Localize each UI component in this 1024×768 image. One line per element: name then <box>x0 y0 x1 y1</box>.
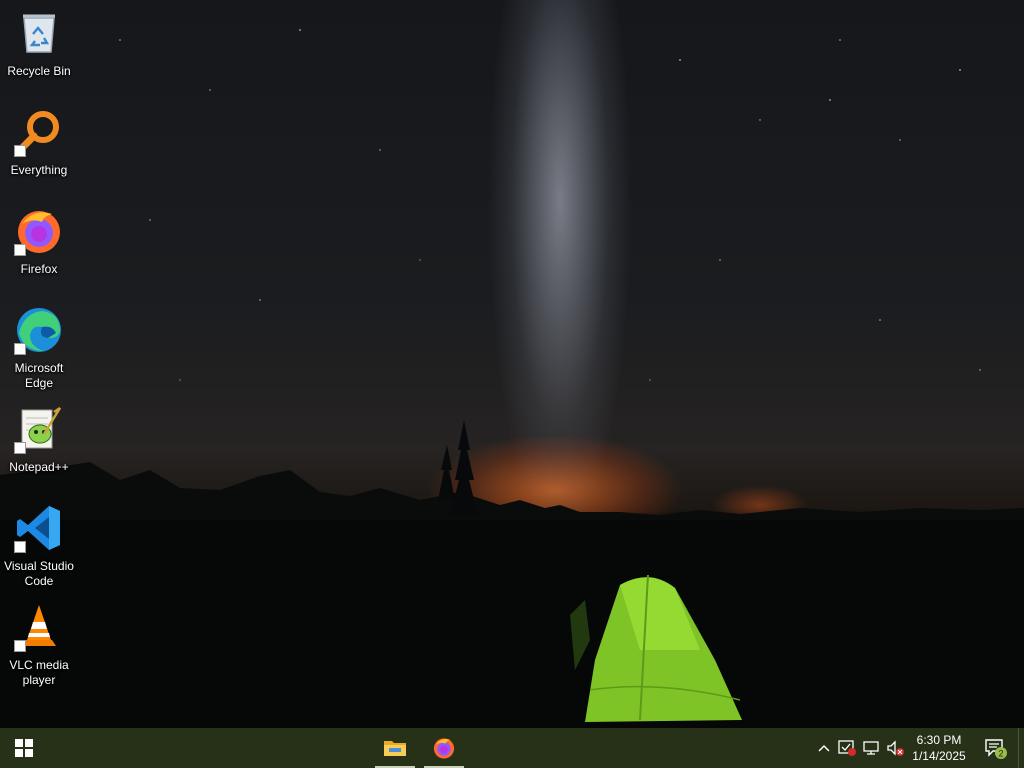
everything-search-icon <box>14 107 64 157</box>
wallpaper-landscape <box>0 29 1024 728</box>
tray-security-button[interactable] <box>837 738 857 758</box>
desktop-icon-microsoft-edge[interactable]: Microsoft Edge <box>0 301 78 393</box>
notification-count-badge: 2 <box>998 749 1003 759</box>
edge-icon <box>14 305 64 355</box>
volume-muted-icon <box>887 740 904 756</box>
chevron-up-icon <box>818 744 830 752</box>
desktop-icon-label: Everything <box>10 163 68 177</box>
shortcut-arrow-icon <box>14 244 26 256</box>
desktop-icon-label: Recycle Bin <box>7 64 71 78</box>
tray-volume-button[interactable] <box>885 738 905 758</box>
firefox-icon <box>433 738 455 759</box>
taskbar-firefox-button[interactable] <box>424 728 464 768</box>
action-center-icon: 2 <box>985 739 1007 759</box>
recycle-bin-icon <box>14 8 64 58</box>
vscode-icon <box>14 503 64 553</box>
action-center-button[interactable]: 2 <box>978 728 1012 768</box>
desktop-icon-vlc-media-player[interactable]: VLC media player <box>0 598 78 690</box>
file-explorer-icon <box>384 741 406 756</box>
taskbar-file-explorer-button[interactable] <box>375 728 415 768</box>
desktop-icon-label: Notepad++ <box>9 460 69 474</box>
network-icon <box>863 741 879 755</box>
clock-button[interactable]: 6:30 PM 1/14/2025 <box>906 728 972 768</box>
shortcut-arrow-icon <box>14 442 26 454</box>
shortcut-arrow-icon <box>14 640 26 652</box>
clock-date: 1/14/2025 <box>912 749 966 763</box>
desktop-icon-label: Microsoft Edge <box>14 361 64 390</box>
desktop-icon-recycle-bin[interactable]: Recycle Bin <box>0 4 78 96</box>
desktop-wallpaper <box>0 0 1024 728</box>
show-desktop-button[interactable] <box>1018 728 1024 768</box>
shortcut-arrow-icon <box>14 541 26 553</box>
start-button[interactable] <box>0 728 48 768</box>
security-icon <box>838 740 856 756</box>
desktop-icon-firefox[interactable]: Firefox <box>0 202 78 294</box>
shortcut-arrow-icon <box>14 145 26 157</box>
desktop-icon-visual-studio-code[interactable]: Visual Studio Code <box>0 499 78 591</box>
tray-network-button[interactable] <box>861 738 881 758</box>
vlc-icon <box>14 602 64 652</box>
desktop-icon-notepadpp[interactable]: Notepad++ <box>0 400 78 492</box>
firefox-icon <box>14 206 64 256</box>
show-hidden-icons-button[interactable] <box>814 738 834 758</box>
clock-time: 6:30 PM <box>916 733 962 747</box>
windows-start-icon <box>15 739 33 757</box>
desktop-icon-label: Visual Studio Code <box>4 559 74 588</box>
desktop-icon-everything[interactable]: Everything <box>0 103 78 195</box>
notepadpp-icon <box>14 404 64 454</box>
desktop-icon-label: VLC media player <box>9 658 69 687</box>
taskbar: 6:30 PM 1/14/2025 2 <box>0 728 1024 768</box>
desktop-icon-label: Firefox <box>20 262 58 276</box>
shortcut-arrow-icon <box>14 343 26 355</box>
